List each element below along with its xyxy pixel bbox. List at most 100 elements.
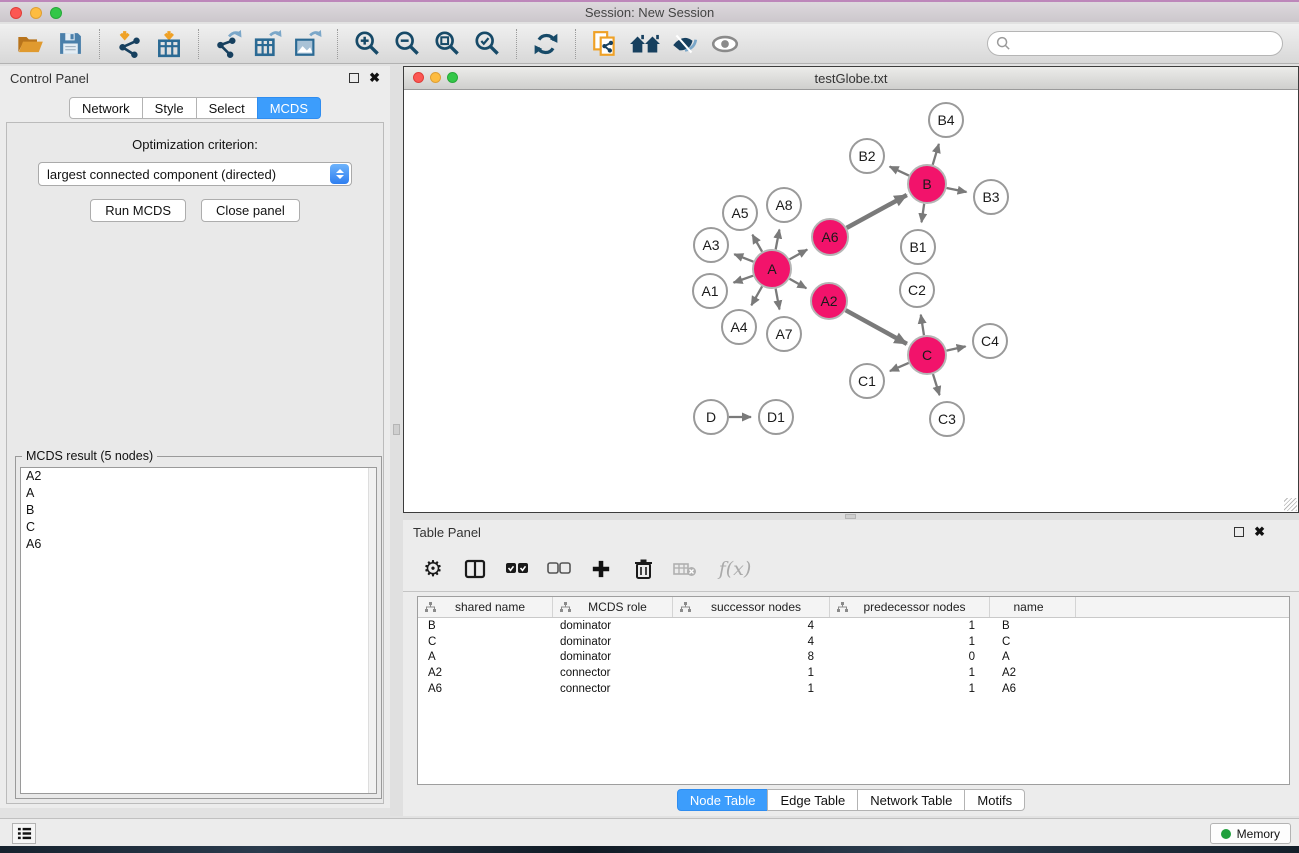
select-all-button[interactable] — [503, 554, 531, 584]
graph-edge-A-A8[interactable] — [776, 230, 780, 250]
table-row[interactable]: A2connector11A2 — [418, 665, 1289, 681]
graph-node-B2[interactable]: B2 — [850, 139, 884, 173]
column-header-name[interactable]: name — [990, 597, 1076, 617]
graph-node-A8[interactable]: A8 — [767, 188, 801, 222]
close-panel-icon[interactable]: ✖ — [369, 73, 380, 83]
table-row[interactable]: Bdominator41B — [418, 618, 1289, 634]
horizontal-splitter[interactable] — [403, 513, 1299, 520]
zoom-out-button[interactable] — [387, 27, 427, 61]
cybrowser-button[interactable] — [625, 27, 665, 61]
splitter-handle[interactable] — [393, 424, 400, 435]
graph-edge-B-B1[interactable] — [922, 204, 925, 222]
tab-network[interactable]: Network — [69, 97, 143, 119]
column-header-shared-name[interactable]: shared name — [418, 597, 553, 617]
graph-node-B4[interactable]: B4 — [929, 103, 963, 137]
graph-edge-C-C1[interactable] — [890, 363, 909, 371]
column-header-successor-nodes[interactable]: successor nodes — [673, 597, 830, 617]
new-network-from-selection-button[interactable] — [585, 27, 625, 61]
vertical-splitter[interactable] — [390, 64, 403, 816]
zoom-in-button[interactable] — [347, 27, 387, 61]
graph-node-C[interactable]: C — [908, 336, 946, 374]
export-network-button[interactable] — [208, 27, 248, 61]
minimize-window-button[interactable] — [30, 7, 42, 19]
tab-network-table[interactable]: Network Table — [857, 789, 965, 811]
tab-mcds[interactable]: MCDS — [257, 97, 321, 119]
memory-button[interactable]: Memory — [1210, 823, 1291, 844]
zoom-fit-button[interactable] — [427, 27, 467, 61]
table-row[interactable]: A6connector11A6 — [418, 681, 1289, 697]
show-columns-button[interactable] — [461, 554, 489, 584]
mcds-result-item[interactable]: C — [21, 519, 376, 536]
graph-node-A2[interactable]: A2 — [811, 283, 847, 319]
export-image-button[interactable] — [288, 27, 328, 61]
import-table-button[interactable] — [149, 27, 189, 61]
open-session-button[interactable] — [10, 27, 50, 61]
table-settings-button[interactable]: ⚙ — [419, 554, 447, 584]
graph-node-C1[interactable]: C1 — [850, 364, 884, 398]
graph-edge-A6-B[interactable] — [847, 195, 907, 228]
close-panel-button[interactable]: Close panel — [201, 199, 300, 222]
table-row[interactable]: Cdominator41C — [418, 634, 1289, 650]
close-panel-icon[interactable]: ✖ — [1254, 527, 1265, 537]
graph-edge-A-A5[interactable] — [752, 235, 762, 252]
graph-edge-B-B4[interactable] — [933, 144, 939, 165]
graph-node-B[interactable]: B — [908, 165, 946, 203]
column-header-predecessor-nodes[interactable]: predecessor nodes — [830, 597, 990, 617]
window-resize-grip[interactable] — [1284, 498, 1297, 511]
graph-edge-A-A2[interactable] — [789, 279, 806, 288]
network-canvas[interactable]: AA1A2A3A4A5A6A7A8BB1B2B3B4CC1C2C3C4DD1 — [404, 90, 1298, 512]
close-window-button[interactable] — [10, 7, 22, 19]
unselect-all-button[interactable] — [545, 554, 573, 584]
graph-edge-A-A7[interactable] — [776, 289, 780, 310]
float-panel-icon[interactable] — [349, 73, 359, 83]
run-mcds-button[interactable]: Run MCDS — [90, 199, 186, 222]
float-panel-icon[interactable] — [1234, 527, 1244, 537]
tab-node-table[interactable]: Node Table — [677, 789, 769, 811]
network-zoom-button[interactable] — [447, 72, 458, 83]
column-header-mcds-role[interactable]: MCDS role — [553, 597, 673, 617]
graph-edge-B-B3[interactable] — [947, 188, 967, 192]
result-list-scrollbar[interactable] — [368, 468, 376, 793]
graph-node-A1[interactable]: A1 — [693, 274, 727, 308]
search-input[interactable] — [987, 31, 1283, 56]
graph-edge-A2-C[interactable] — [846, 310, 907, 344]
save-session-button[interactable] — [50, 27, 90, 61]
network-graph[interactable]: AA1A2A3A4A5A6A7A8BB1B2B3B4CC1C2C3C4DD1 — [404, 90, 1298, 512]
delete-columns-button[interactable] — [629, 554, 657, 584]
graph-node-A6[interactable]: A6 — [812, 219, 848, 255]
function-builder-button[interactable]: f(x) — [713, 554, 757, 584]
mcds-result-item[interactable]: A6 — [21, 536, 376, 553]
export-table-button[interactable] — [248, 27, 288, 61]
tab-style[interactable]: Style — [142, 97, 197, 119]
graph-edge-C-C4[interactable] — [947, 346, 966, 350]
delete-table-button[interactable] — [671, 554, 699, 584]
graph-edge-C-C2[interactable] — [921, 315, 924, 336]
network-close-button[interactable] — [413, 72, 424, 83]
criterion-dropdown[interactable]: largest connected component (directed) — [38, 162, 352, 186]
zoom-selected-button[interactable] — [467, 27, 507, 61]
create-column-button[interactable] — [587, 554, 615, 584]
mcds-result-item[interactable]: A2 — [21, 468, 376, 485]
graph-edge-A-A6[interactable] — [790, 250, 808, 260]
mcds-result-item[interactable]: A — [21, 485, 376, 502]
task-history-button[interactable] — [12, 823, 36, 844]
network-window-titlebar[interactable]: testGlobe.txt — [404, 67, 1298, 90]
graph-node-C3[interactable]: C3 — [930, 402, 964, 436]
mcds-result-item[interactable]: B — [21, 502, 376, 519]
splitter-handle[interactable] — [845, 514, 856, 519]
graph-edge-C-C3[interactable] — [933, 374, 940, 395]
refresh-view-button[interactable] — [526, 27, 566, 61]
graph-node-A5[interactable]: A5 — [723, 196, 757, 230]
zoom-window-button[interactable] — [50, 7, 62, 19]
graph-node-D1[interactable]: D1 — [759, 400, 793, 434]
graph-node-A7[interactable]: A7 — [767, 317, 801, 351]
graph-node-D[interactable]: D — [694, 400, 728, 434]
tab-select[interactable]: Select — [196, 97, 258, 119]
graph-node-B3[interactable]: B3 — [974, 180, 1008, 214]
graph-node-B1[interactable]: B1 — [901, 230, 935, 264]
table-row[interactable]: Adominator80A — [418, 650, 1289, 666]
tab-motifs[interactable]: Motifs — [964, 789, 1025, 811]
graph-edge-B-B2[interactable] — [890, 167, 909, 176]
network-minimize-button[interactable] — [430, 72, 441, 83]
graph-edge-A-A4[interactable] — [751, 286, 762, 305]
